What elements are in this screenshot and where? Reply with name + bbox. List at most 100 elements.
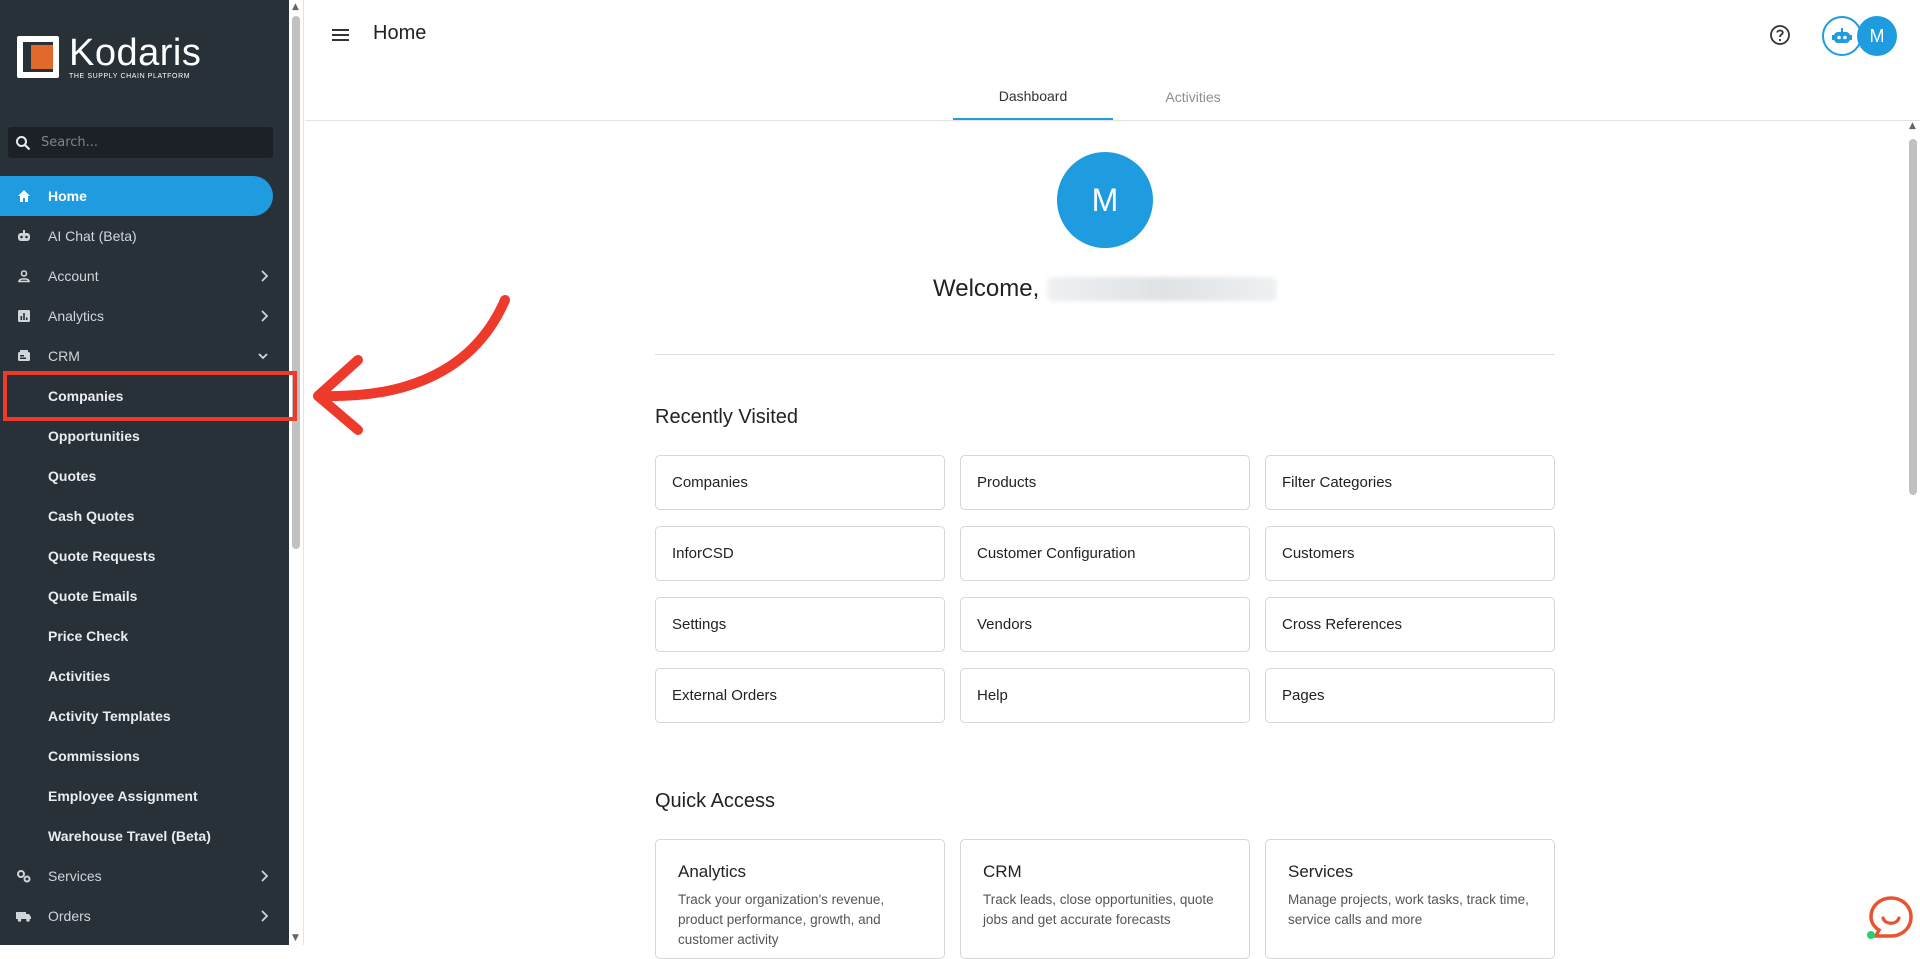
sidebar-subitem-label: Activity Templates (48, 708, 171, 724)
chevron-right-icon (261, 870, 269, 882)
sidebar-item-ai-chat[interactable]: AI Chat (Beta) (0, 216, 289, 256)
sidebar: Kodaris THE SUPPLY CHAIN PLATFORM Home A… (0, 0, 297, 945)
recent-card[interactable]: InforCSD (655, 526, 945, 581)
truck-icon (0, 909, 48, 923)
scroll-up-icon[interactable]: ▲ (1909, 121, 1916, 131)
help-icon[interactable] (1769, 24, 1791, 46)
logo-name: Kodaris (69, 32, 202, 74)
recent-card[interactable]: Settings (655, 597, 945, 652)
sidebar-item-orders[interactable]: Orders (0, 896, 289, 936)
ai-assistant-button[interactable] (1822, 16, 1862, 56)
sidebar-scrollbar[interactable]: ▲ ▼ (289, 0, 304, 945)
welcome-text: Welcome, (933, 275, 1040, 302)
recent-card[interactable]: Vendors (960, 597, 1250, 652)
sidebar-subitem-label: Employee Assignment (48, 788, 198, 804)
recent-card[interactable]: Customers (1265, 526, 1555, 581)
tab-activities[interactable]: Activities (1113, 74, 1273, 120)
dashboard-main: M Welcome, Recently Visited Companies Pr… (305, 121, 1905, 959)
recent-card[interactable]: Products (960, 455, 1250, 510)
sidebar-item-label: Orders (48, 908, 91, 924)
recent-card[interactable]: External Orders (655, 668, 945, 723)
tab-dashboard[interactable]: Dashboard (953, 74, 1113, 120)
sidebar-item-label: Analytics (48, 308, 105, 324)
welcome-message: Welcome, (933, 275, 1278, 303)
tab-label: Activities (1165, 89, 1221, 105)
sidebar-subitem-cash-quotes[interactable]: Cash Quotes (0, 496, 289, 536)
search-icon (16, 135, 31, 150)
sidebar-item-home[interactable]: Home (0, 176, 273, 216)
quick-access-card-title: CRM (983, 862, 1022, 881)
search-input[interactable] (39, 134, 249, 151)
profile-initial: M (1091, 181, 1119, 218)
recent-card[interactable]: Pages (1265, 668, 1555, 723)
recent-card[interactable]: Filter Categories (1265, 455, 1555, 510)
sidebar-item-label: AI Chat (Beta) (48, 228, 137, 244)
sidebar-subitem-label: Warehouse Travel (Beta) (48, 828, 211, 844)
person-icon (0, 269, 48, 283)
sidebar-subitem-quotes[interactable]: Quotes (0, 456, 289, 496)
quick-access-card-desc: Track leads, close opportunities, quote … (983, 892, 1214, 927)
top-header: Home M Dashboard Activities (305, 0, 1920, 121)
sidebar-subitem-label: Opportunities (48, 428, 140, 444)
recent-card[interactable]: Customer Configuration (960, 526, 1250, 581)
sidebar-subitem-label: Price Check (48, 628, 129, 644)
sidebar-subitem-label: Cash Quotes (48, 508, 135, 524)
chevron-right-icon (261, 270, 269, 282)
sidebar-subitem-opportunities[interactable]: Opportunities (0, 416, 289, 456)
sidebar-item-analytics[interactable]: Analytics (0, 296, 289, 336)
crm-icon (0, 349, 48, 363)
logo-mark-icon (17, 36, 59, 78)
blurred-username (1047, 277, 1278, 301)
sidebar-nav: Home AI Chat (Beta) Account Analytics CR… (0, 176, 297, 936)
sidebar-subitem-employee-assignment[interactable]: Employee Assignment (0, 776, 289, 816)
chevron-down-icon (258, 353, 268, 360)
gears-icon (0, 869, 48, 883)
recently-visited-grid: Companies Products Filter Categories Inf… (655, 455, 1555, 723)
sidebar-subitem-warehouse-travel[interactable]: Warehouse Travel (Beta) (0, 816, 289, 856)
sidebar-subitem-commissions[interactable]: Commissions (0, 736, 289, 776)
chevron-right-icon (261, 310, 269, 322)
logo-tagline: THE SUPPLY CHAIN PLATFORM (69, 73, 191, 80)
support-chat-icon[interactable] (1866, 894, 1914, 942)
quick-access-card-analytics[interactable]: Analytics Track your organization's reve… (655, 839, 945, 959)
chevron-right-icon (261, 910, 269, 922)
sidebar-subitem-price-check[interactable]: Price Check (0, 616, 289, 656)
sidebar-subitem-companies[interactable]: Companies (3, 371, 297, 421)
sidebar-subitem-label: Activities (48, 668, 111, 684)
scroll-down-icon[interactable]: ▼ (292, 933, 299, 943)
recent-card[interactable]: Help (960, 668, 1250, 723)
quick-access-card-desc: Manage projects, work tasks, track time,… (1288, 892, 1529, 927)
quick-access-title: Quick Access (655, 790, 776, 812)
sidebar-search (8, 127, 273, 158)
recent-card[interactable]: Cross References (1265, 597, 1555, 652)
sidebar-item-services[interactable]: Services (0, 856, 289, 896)
tab-label: Dashboard (998, 88, 1068, 104)
sidebar-scrollbar-thumb[interactable] (292, 16, 300, 549)
sidebar-subitem-label: Quote Emails (48, 588, 138, 604)
quick-access-card-crm[interactable]: CRM Track leads, close opportunities, qu… (960, 839, 1250, 959)
sidebar-subitem-quote-emails[interactable]: Quote Emails (0, 576, 289, 616)
kodaris-logo[interactable]: Kodaris THE SUPPLY CHAIN PLATFORM (17, 34, 201, 80)
sidebar-subitem-activity-templates[interactable]: Activity Templates (0, 696, 289, 736)
recent-card[interactable]: Companies (655, 455, 945, 510)
divider (655, 354, 1555, 355)
quick-access-card-services[interactable]: Services Manage projects, work tasks, tr… (1265, 839, 1555, 959)
main-scrollbar[interactable]: ▲ (1905, 121, 1920, 945)
sidebar-subitem-label: Quote Requests (48, 548, 156, 564)
sidebar-item-crm[interactable]: CRM (0, 336, 289, 376)
user-avatar[interactable]: M (1857, 16, 1897, 56)
main-scrollbar-thumb[interactable] (1909, 139, 1917, 495)
sidebar-subitem-activities[interactable]: Activities (0, 656, 289, 696)
sidebar-subitem-quote-requests[interactable]: Quote Requests (0, 536, 289, 576)
annotation-arrow-icon (313, 295, 510, 435)
scroll-up-icon[interactable]: ▲ (292, 2, 299, 12)
quick-access-card-desc: Track your organization's revenue, produ… (678, 892, 885, 947)
sidebar-subitem-label: Commissions (48, 748, 140, 764)
recently-visited-title: Recently Visited (655, 406, 799, 428)
quick-access-card-title: Services (1288, 862, 1354, 881)
sidebar-item-label: Account (48, 268, 99, 284)
sidebar-item-label: Services (48, 868, 102, 884)
sidebar-item-account[interactable]: Account (0, 256, 289, 296)
page-tabs: Dashboard Activities (953, 74, 1273, 120)
hamburger-menu-icon[interactable] (331, 26, 351, 44)
